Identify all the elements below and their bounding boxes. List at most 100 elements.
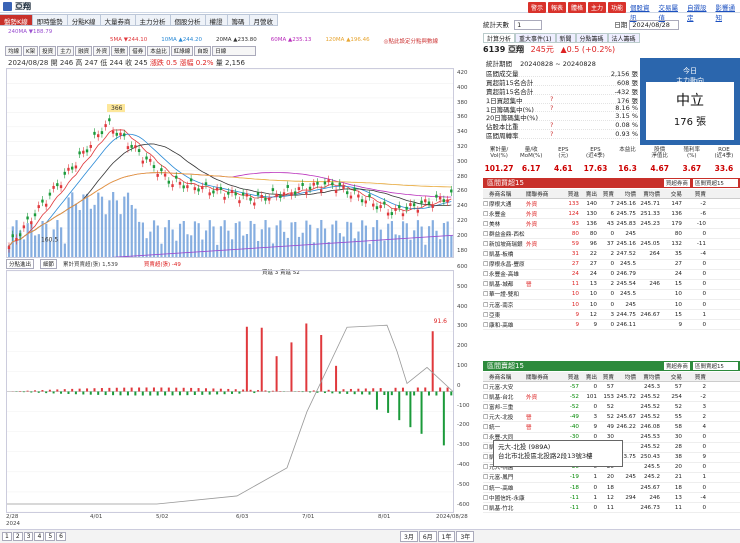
table-row[interactable]: □ 凱基-板橋 31 22 2 247.52 264 35 -4: [483, 250, 740, 260]
column-header[interactable]: 賣均價: [636, 190, 660, 198]
buysell-chart[interactable]: 91.6: [6, 270, 454, 513]
table-row[interactable]: □ 永豐金-高雄 24 24 0 246.79 24 0: [483, 270, 740, 280]
sell-filter[interactable]: 賣超券商: [663, 362, 690, 370]
tool-invest[interactable]: 投資: [39, 46, 57, 56]
date-input[interactable]: 2024/08/28: [629, 20, 679, 30]
table-row[interactable]: □ 元富-南京 10 10 0 245 10 0: [483, 300, 740, 311]
column-header[interactable]: 券商名稱: [489, 373, 526, 381]
tab-realtime[interactable]: 即時盤勢: [32, 14, 68, 26]
column-header[interactable]: 賣均價: [636, 373, 660, 381]
range-3y[interactable]: 3年: [456, 531, 475, 542]
help-icon[interactable]: [550, 68, 578, 76]
range-1y[interactable]: 1年: [437, 531, 456, 542]
rtab-legal[interactable]: 法人籌碼: [607, 33, 640, 43]
tool-margin[interactable]: 融資: [75, 46, 93, 56]
tool-k[interactable]: K架: [23, 46, 39, 56]
rtab-events[interactable]: 重大事件(1): [515, 33, 556, 43]
table-row[interactable]: □ 凱基-竹北 -11 0 11 246.73 11 0: [483, 503, 740, 514]
price-chart[interactable]: 366 160.5: [6, 68, 454, 265]
table-row[interactable]: □ 永豐金 外資 124 130 6 245.75 251.33 136 -6: [483, 209, 740, 220]
help-icon[interactable]: [550, 86, 578, 94]
ma-setting-hint[interactable]: ◎點此設定分點與數線: [384, 37, 438, 45]
period-select[interactable]: 日線: [212, 46, 257, 56]
range-6m[interactable]: 6月: [418, 531, 437, 542]
tool-foreign[interactable]: 外資: [93, 46, 111, 56]
sell-filter2[interactable]: 區間賣超15: [692, 362, 738, 370]
tool-count[interactable]: 殼數: [111, 46, 129, 56]
tab-warrant[interactable]: 權證: [205, 14, 228, 26]
help-icon[interactable]: ?: [550, 104, 578, 112]
rtab-news[interactable]: 新聞: [555, 33, 576, 43]
table-row[interactable]: □ 美林 外資 93 136 43 245.83 245.23 179 -10: [483, 219, 740, 230]
help-icon[interactable]: ?: [550, 95, 578, 103]
column-header[interactable]: 均價: [614, 190, 636, 198]
page-5[interactable]: 5: [45, 532, 56, 541]
column-header[interactable]: 買進: [558, 190, 579, 198]
table-row[interactable]: □ 康和-高雄 9 9 0 246.11 9 0: [483, 320, 740, 331]
alert-button[interactable]: 警示: [528, 2, 547, 13]
tool-custom[interactable]: 自設: [194, 46, 212, 56]
page-6[interactable]: 6: [56, 532, 66, 541]
column-header[interactable]: 賣出: [579, 190, 597, 198]
table-row[interactable]: □ 摩根永昌-豐原 27 27 0 245.5 27 0: [483, 260, 740, 270]
table-row[interactable]: □ 凱基-台北 外資 -52 101 153 245.72 245.52 254 -2: [483, 392, 740, 403]
buy-filter2[interactable]: 區間買超15: [692, 179, 738, 187]
detail-button[interactable]: 細節: [40, 259, 58, 269]
column-header[interactable]: 均價: [614, 373, 636, 381]
table-row[interactable]: □ 中國信託-永康 -11 1 12 294 246 13 -4: [483, 493, 740, 504]
tab-chips[interactable]: 籌碼: [227, 14, 250, 26]
page-4[interactable]: 4: [34, 532, 45, 541]
tool-redgreen[interactable]: 紅綠線: [170, 46, 194, 56]
column-header[interactable]: 關聯券商: [526, 373, 558, 381]
tab-main-force[interactable]: 主力分析: [135, 14, 171, 26]
tool-pe[interactable]: 本益比: [147, 46, 170, 56]
table-row[interactable]: □ 群益金鼎-西松 80 80 0 245 80 0: [483, 229, 740, 240]
page-1[interactable]: 1: [2, 532, 12, 541]
function-button[interactable]: 功能: [608, 2, 627, 13]
table-row[interactable]: □ 統一-高雄 -18 0 18 245.67 18 0: [483, 483, 740, 494]
column-header[interactable]: 交易: [660, 373, 682, 381]
page-3[interactable]: 3: [23, 532, 34, 541]
tool-main[interactable]: 主力: [57, 46, 75, 56]
stat-days-select[interactable]: 1: [514, 20, 543, 30]
tab-monthly-revenue[interactable]: 月營收: [249, 14, 279, 26]
rtab-calc[interactable]: 計算分析: [483, 33, 516, 43]
tool-lending[interactable]: 借券: [129, 46, 147, 56]
stock-button[interactable]: 體格: [568, 2, 587, 13]
table-row[interactable]: □ 元富-鳳門 -19 1 20 245 245.2 21 1: [483, 473, 740, 484]
report-button[interactable]: 報表: [548, 2, 567, 13]
rtab-branch[interactable]: 分點籌碼: [575, 33, 608, 43]
column-header[interactable]: 券商名稱: [489, 190, 526, 198]
table-row[interactable]: □ 亞東 9 12 3 244.75 246.67 15 1: [483, 310, 740, 321]
page-2[interactable]: 2: [12, 532, 23, 541]
column-header[interactable]: 關聯券商: [526, 190, 558, 198]
table-row[interactable]: □ 華一證-雙和 10 10 0 245.5 10 0: [483, 290, 740, 301]
table-row[interactable]: □ 凱基-城都營 11 13 2 245.54 246 15 0: [483, 280, 740, 290]
help-icon[interactable]: [550, 112, 578, 120]
help-icon[interactable]: ?: [550, 121, 578, 129]
table-row[interactable]: □ 統一營 -40 9 49 246.22 246.08 58 4: [483, 422, 740, 433]
tab-kline[interactable]: 盤勢K線: [0, 14, 33, 26]
main-force-button[interactable]: 主力: [588, 2, 607, 13]
help-icon[interactable]: [550, 77, 578, 85]
tab-big-broker[interactable]: 大量券商: [100, 14, 136, 26]
column-header[interactable]: 賣出: [579, 373, 597, 381]
column-header[interactable]: 買賣: [682, 190, 706, 198]
table-row[interactable]: □ 新加坡商瑞銀 外資 59 96 37 245.16 245.05 132 -11: [483, 239, 740, 250]
table-row[interactable]: □ 元富-大安 -57 0 57 245.3 57 2: [483, 382, 740, 393]
buy-filter[interactable]: 買超券商: [663, 179, 690, 187]
help-icon[interactable]: ?: [550, 130, 578, 138]
range-3m[interactable]: 3月: [400, 531, 418, 542]
column-header[interactable]: 買賣: [682, 373, 706, 381]
column-header[interactable]: 買賣: [597, 373, 614, 381]
table-row[interactable]: □ 富邦-三重 -52 0 52 245.52 52 3: [483, 402, 740, 413]
tab-stock-analysis[interactable]: 個股分析: [170, 14, 206, 26]
column-header[interactable]: 買賣: [597, 190, 614, 198]
branch-select[interactable]: 分點進出: [6, 259, 35, 269]
table-row[interactable]: □ 元大-北投營 -49 3 52 245.67 245.52 55 2: [483, 412, 740, 423]
table-row[interactable]: □ 摩根大通 外資 133 140 7 245.16 245.71 147 -2: [483, 199, 740, 210]
tab-branch-kline[interactable]: 分點K線: [67, 14, 101, 26]
column-header[interactable]: 交易: [660, 190, 682, 198]
column-header[interactable]: 買進: [558, 373, 579, 381]
tool-ma[interactable]: 均線: [5, 46, 23, 56]
